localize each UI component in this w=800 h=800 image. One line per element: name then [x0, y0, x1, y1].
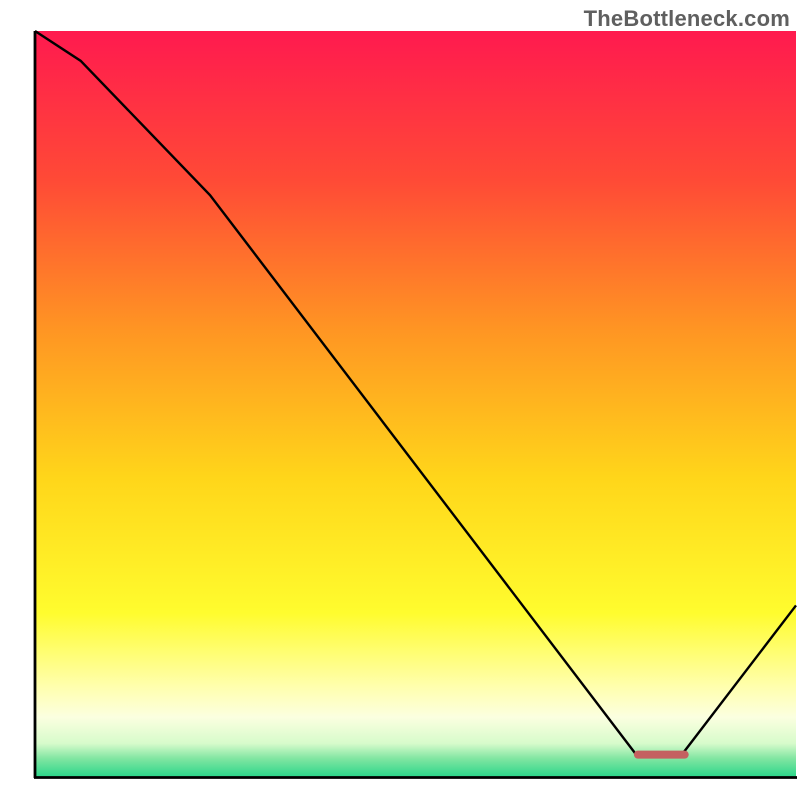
- watermark-text: TheBottleneck.com: [584, 6, 790, 32]
- chart-container: TheBottleneck.com: [0, 0, 800, 800]
- minimum-marker: [634, 751, 689, 759]
- plot-background: [35, 31, 796, 777]
- chart-svg: [0, 0, 800, 800]
